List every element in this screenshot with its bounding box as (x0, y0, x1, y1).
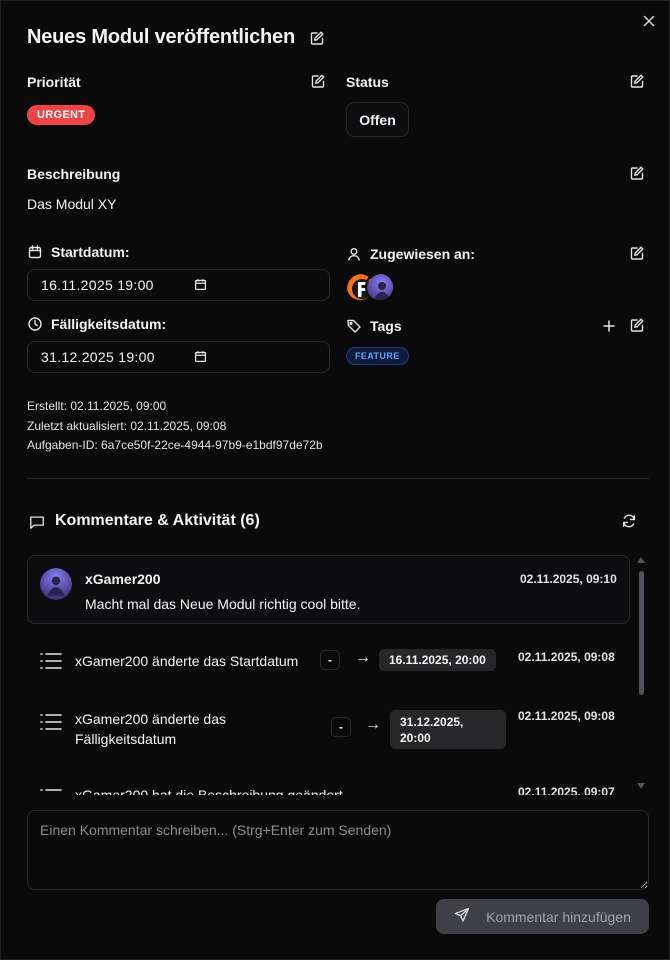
refresh-icon[interactable] (619, 511, 639, 531)
scrollbar[interactable] (636, 557, 646, 795)
description-text: Das Modul XY (27, 196, 117, 212)
scroll-down-icon[interactable] (637, 783, 645, 789)
activity-new-value-line1: 31.12.2025, (400, 715, 464, 729)
status-button[interactable]: Offen (346, 102, 409, 137)
tag-badge[interactable]: FEATURE (346, 347, 409, 365)
activity-time: 02.11.2025, 09:08 (518, 650, 615, 664)
updated-meta: Zuletzt aktualisiert: 02.11.2025, 09:08 (27, 419, 227, 433)
tag-icon (344, 316, 364, 336)
start-date-value: 16.11.2025 19:00 (41, 277, 154, 293)
comment-card: xGamer200 02.11.2025, 09:10 Macht mal da… (27, 555, 630, 624)
scroll-thumb[interactable] (639, 571, 644, 695)
activity-text: xGamer200 änderte das Startdatum (75, 653, 299, 669)
avatar[interactable] (365, 272, 395, 302)
avatar (40, 568, 72, 600)
activity-time: 02.11.2025, 09:07 (518, 785, 615, 795)
activity-old-value: - (320, 650, 340, 670)
plus-icon[interactable] (599, 316, 619, 336)
task-id-meta: Aufgaben-ID: 6a7ce50f-22ce-4944-97b9-e1b… (27, 438, 323, 452)
comment-user: xGamer200 (85, 571, 161, 587)
start-date-input[interactable]: 16.11.2025 19:00 (27, 269, 330, 301)
activity-new-value-line2: 20:00 (400, 731, 431, 745)
arrow-icon: → (355, 649, 371, 666)
clock-icon (25, 314, 45, 334)
send-icon (454, 907, 470, 926)
edit-tags-icon[interactable] (627, 315, 647, 335)
edit-title-icon[interactable] (307, 28, 327, 48)
edit-priority-icon[interactable] (308, 71, 328, 91)
arrow-icon: → (365, 716, 381, 733)
created-meta: Erstellt: 02.11.2025, 09:00 (27, 399, 167, 413)
edit-description-icon[interactable] (627, 163, 647, 183)
priority-badge: URGENT (27, 105, 96, 125)
comment-time: 02.11.2025, 09:10 (520, 572, 617, 586)
list-icon (40, 652, 62, 675)
add-comment-label: Kommentar hinzufügen (486, 908, 631, 925)
close-icon[interactable] (639, 11, 659, 31)
activity-text: xGamer200 hat die Beschreibung geändert (75, 787, 343, 795)
calendar-icon (25, 242, 45, 262)
edit-assigned-icon[interactable] (627, 243, 647, 263)
assigned-label: Zugewiesen an: (370, 246, 476, 262)
start-date-label: Startdatum: (51, 244, 130, 260)
comments-heading: Kommentare & Aktivität (6) (55, 512, 260, 529)
add-comment-button[interactable]: Kommentar hinzufügen (436, 899, 649, 934)
activity-text-line1: xGamer200 änderte das (75, 711, 226, 727)
list-icon (40, 788, 62, 795)
comment-text: Macht mal das Neue Modul richtig cool bi… (85, 596, 361, 612)
calendar-picker-icon[interactable] (194, 350, 207, 366)
divider (27, 478, 649, 479)
edit-status-icon[interactable] (627, 71, 647, 91)
priority-label: Priorität (27, 74, 81, 90)
due-date-label: Fälligkeitsdatum: (51, 316, 167, 332)
activity-old-value: - (331, 717, 351, 737)
activity-new-value: 16.11.2025, 20:00 (379, 649, 496, 671)
list-icon (40, 713, 62, 736)
due-date-input[interactable]: 31.12.2025 19:00 (27, 341, 330, 373)
calendar-picker-icon[interactable] (194, 278, 207, 294)
page-title: Neues Modul veröffentlichen (27, 26, 295, 48)
description-label: Beschreibung (27, 166, 121, 182)
user-icon (344, 244, 364, 264)
tags-label: Tags (370, 318, 402, 334)
activity-new-value: 31.12.2025, 20:00 (390, 710, 506, 749)
activity-text-line2: Fälligkeitsdatum (75, 731, 177, 747)
comments-list[interactable]: xGamer200 02.11.2025, 09:10 Macht mal da… (27, 555, 631, 795)
status-label: Status (346, 74, 389, 90)
due-date-value: 31.12.2025 19:00 (41, 349, 155, 365)
message-icon (26, 511, 48, 533)
activity-time: 02.11.2025, 09:08 (518, 709, 615, 723)
scroll-up-icon[interactable] (637, 557, 645, 563)
comment-input[interactable] (27, 810, 649, 890)
task-modal: Neues Modul veröffentlichen Priorität UR… (0, 0, 670, 960)
